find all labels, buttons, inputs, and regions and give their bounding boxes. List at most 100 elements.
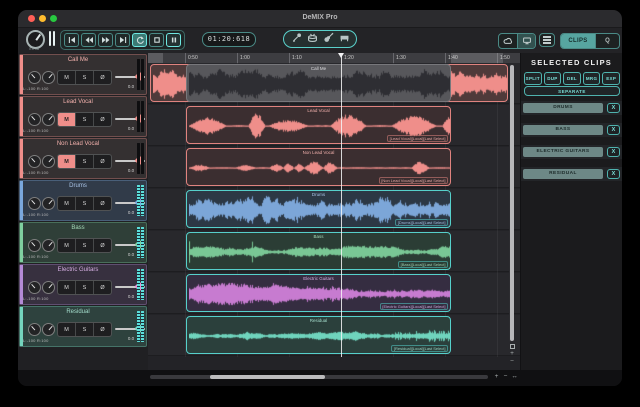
clips-button[interactable]: CLIPS (561, 34, 595, 48)
phase-button[interactable]: Ø (93, 281, 111, 294)
phase-button[interactable]: Ø (93, 113, 111, 126)
fast-forward-icon (101, 35, 111, 45)
v-zoom-in-button[interactable]: + (508, 350, 516, 358)
pan-knob-right[interactable] (42, 113, 55, 126)
phase-button[interactable]: Ø (93, 323, 111, 336)
mute-button[interactable]: M (58, 197, 75, 210)
track-header[interactable]: BassMSØL:-100 R:1000.0 (19, 222, 147, 263)
track-header[interactable]: Call MeMSØL:-100 R:1000.0 (19, 54, 147, 95)
selected-clip-chip[interactable]: ELECTRIC GUITARS (523, 147, 603, 158)
mute-button[interactable]: M (58, 239, 75, 252)
pan-knob-left[interactable] (28, 71, 41, 84)
mute-button[interactable]: M (58, 155, 75, 168)
piano-tool-button[interactable] (339, 30, 350, 48)
clip-action-del-button[interactable]: DEL (563, 72, 581, 85)
horizontal-scrollbar-thumb[interactable] (210, 375, 325, 379)
rewind-button[interactable] (81, 33, 96, 47)
clip-action-exp-button[interactable]: EXP (602, 72, 620, 85)
phase-button[interactable]: Ø (93, 155, 111, 168)
selected-clip-chip[interactable]: RESIDUAL (523, 169, 603, 180)
loop-icon (135, 35, 145, 45)
clip[interactable]: Lead Vocal[Lead Vocal][Local][Last Selec… (186, 106, 451, 144)
playhead-marker-icon[interactable] (338, 53, 344, 58)
remove-clip-button[interactable]: X (607, 103, 620, 114)
h-zoom-in-button[interactable]: + (492, 372, 501, 382)
title-bar[interactable]: DeMIX Pro (18, 10, 622, 28)
separate-button[interactable]: SEPARATE (524, 86, 620, 96)
solo-button[interactable]: S (75, 239, 93, 252)
solo-button[interactable]: S (75, 155, 93, 168)
loop-button[interactable] (132, 33, 147, 47)
clip[interactable]: Call Me (186, 64, 451, 102)
drums-tool-button[interactable] (307, 30, 318, 48)
v-zoom-fit-button[interactable] (510, 344, 515, 349)
remove-clip-button[interactable]: X (607, 169, 620, 180)
toolbar: 0.0 dB 01:20:618 CLIPS Q (18, 28, 622, 54)
selected-clip-chip[interactable]: BASS (523, 125, 603, 136)
horizontal-scrollbar[interactable] (150, 375, 488, 379)
track-header[interactable]: ResidualMSØL:-100 R:1000.0 (19, 306, 147, 347)
vertical-scrollbar-thumb[interactable] (510, 65, 514, 341)
h-zoom-fit-button[interactable]: ↔ (510, 372, 519, 382)
monitor-button[interactable] (517, 34, 535, 48)
clip-action-split-button[interactable]: SPLIT (524, 72, 542, 85)
pan-knob-left[interactable] (28, 197, 41, 210)
solo-button[interactable]: S (75, 323, 93, 336)
solo-button[interactable]: S (75, 113, 93, 126)
clip[interactable]: Bass[Bass][Local][Last Select] (186, 232, 451, 270)
mute-button[interactable]: M (58, 323, 75, 336)
q-button[interactable]: Q (595, 34, 619, 48)
clip-action-dup-button[interactable]: DUP (544, 72, 562, 85)
clip[interactable]: Non Lead Vocal[Non Lead Vocal][Local][La… (186, 148, 451, 186)
clip[interactable]: Electric Guitars[Electric Guitars][Local… (186, 274, 451, 312)
mute-button[interactable]: M (58, 113, 75, 126)
clip[interactable]: Drums[Drums][Local][Last Select] (186, 190, 451, 228)
track-header[interactable]: Electric GuitarsMSØL:-100 R:1000.0 (19, 264, 147, 305)
pause-icon (169, 35, 179, 45)
stop-button[interactable] (149, 33, 164, 47)
fast-forward-button[interactable] (98, 33, 113, 47)
phase-button[interactable]: Ø (93, 197, 111, 210)
track-header[interactable]: Non Lead VocalMSØL:-100 R:1000.0 (19, 138, 147, 179)
pan-knob-right[interactable] (42, 197, 55, 210)
pan-knob-right[interactable] (42, 239, 55, 252)
h-zoom-out-button[interactable]: − (501, 372, 510, 382)
clip[interactable]: Residual[Residual][Local][Last Select] (186, 316, 451, 354)
timeline-area[interactable]: 0:501:001:101:201:301:401:50 Call MeLead… (148, 53, 520, 370)
pan-knob-right[interactable] (42, 155, 55, 168)
pan-knob-right[interactable] (42, 71, 55, 84)
remove-clip-button[interactable]: X (607, 147, 620, 158)
mute-button[interactable]: M (58, 71, 75, 84)
playhead-line[interactable] (341, 53, 342, 357)
pan-knob-left[interactable] (28, 155, 41, 168)
mute-button[interactable]: M (58, 281, 75, 294)
guitar-icon (323, 32, 334, 43)
pause-button[interactable] (166, 33, 181, 47)
guitar-tool-button[interactable] (323, 30, 334, 48)
microphone-tool-button[interactable] (291, 30, 302, 48)
menu-button[interactable] (539, 33, 555, 47)
remove-clip-button[interactable]: X (607, 125, 620, 136)
v-zoom-out-button[interactable]: − (508, 358, 516, 366)
selected-clips-panel: SELECTED CLIPS SPLITDUPDELMRGEXP SEPARAT… (520, 53, 622, 386)
pan-knob-right[interactable] (42, 323, 55, 336)
solo-button[interactable]: S (75, 71, 93, 84)
skip-start-button[interactable] (64, 33, 79, 47)
phase-button[interactable]: Ø (93, 71, 111, 84)
skip-end-button[interactable] (115, 33, 130, 47)
pan-knob-left[interactable] (28, 113, 41, 126)
piano-icon (339, 32, 350, 43)
pan-knob-left[interactable] (28, 281, 41, 294)
solo-button[interactable]: S (75, 197, 93, 210)
pan-knob-right[interactable] (42, 281, 55, 294)
pan-knob-left[interactable] (28, 323, 41, 336)
solo-button[interactable]: S (75, 281, 93, 294)
track-header[interactable]: Lead VocalMSØL:-100 R:1000.0 (19, 96, 147, 137)
cloud-button[interactable] (499, 34, 517, 48)
phase-button[interactable]: Ø (93, 239, 111, 252)
selected-clip-chip[interactable]: DRUMS (523, 103, 603, 114)
clip-action-mrg-button[interactable]: MRG (583, 72, 601, 85)
pan-knob-left[interactable] (28, 239, 41, 252)
vertical-scrollbar[interactable] (509, 64, 514, 342)
track-header[interactable]: DrumsMSØL:-100 R:1000.0 (19, 180, 147, 221)
